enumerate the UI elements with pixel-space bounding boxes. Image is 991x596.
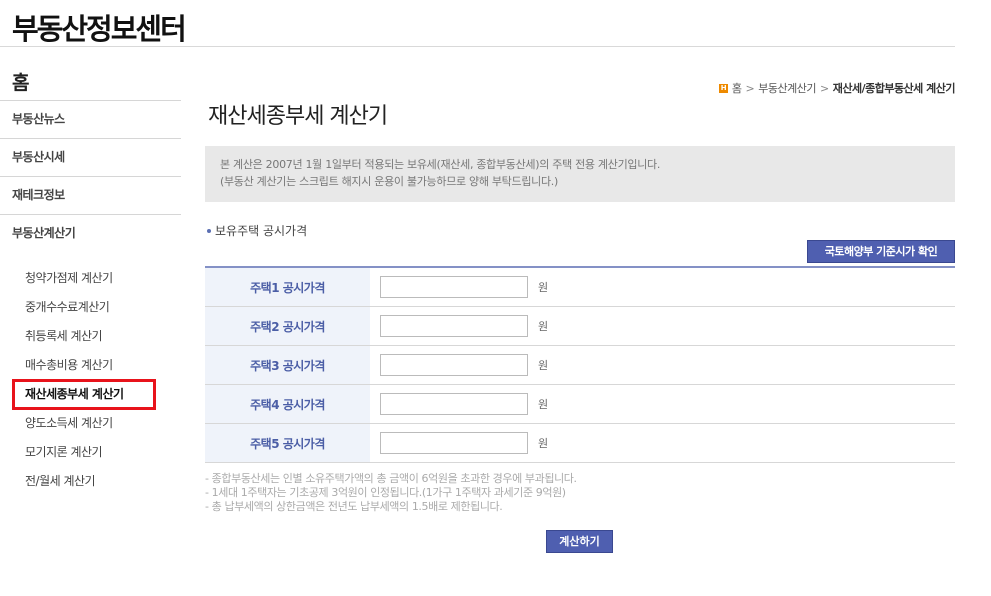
- house4-price-input[interactable]: [380, 393, 528, 415]
- submenu-item-property-tax[interactable]: 재산세종부세 계산기: [0, 379, 181, 410]
- submenu-item-rent[interactable]: 전/월세 계산기: [0, 467, 181, 496]
- submenu-item-purchase-cost[interactable]: 매수총비용 계산기: [0, 351, 181, 380]
- calculate-button[interactable]: 계산하기: [546, 530, 613, 553]
- sidebar: 홈 부동산뉴스 부동산시세 재테크정보 부동산계산기 청약가점제 계산기 중개수…: [0, 68, 181, 496]
- reference-price-button[interactable]: 국토해양부 기준시가 확인: [807, 240, 955, 263]
- row-input-cell: 원: [370, 385, 955, 423]
- note-line: - 총 납부세액의 상한금액은 전년도 납부세액의 1.5배로 제한됩니다.: [205, 500, 503, 513]
- row-input-cell: 원: [370, 346, 955, 384]
- sidebar-submenu: 청약가점제 계산기 중개수수료계산기 취등록세 계산기 매수총비용 계산기 재산…: [0, 252, 181, 496]
- breadcrumb: H 홈 > 부동산계산기 > 재산세/종합부동산세 계산기: [718, 80, 956, 96]
- table-row: 주택1 공시가격 원: [205, 268, 955, 307]
- house2-price-input[interactable]: [380, 315, 528, 337]
- sidebar-item-calculators[interactable]: 부동산계산기: [0, 214, 181, 252]
- page-title: 재산세종부세 계산기: [208, 104, 388, 129]
- table-row: 주택3 공시가격 원: [205, 346, 955, 385]
- row-input-cell: 원: [370, 268, 955, 306]
- unit-label: 원: [538, 398, 549, 411]
- header-divider: [0, 46, 955, 47]
- row-input-cell: 원: [370, 307, 955, 345]
- house5-price-input[interactable]: [380, 432, 528, 454]
- submenu-item-acquisition-tax[interactable]: 취등록세 계산기: [0, 322, 181, 351]
- unit-label: 원: [538, 437, 549, 450]
- unit-label: 원: [538, 281, 549, 294]
- notice-box: 본 계산은 2007년 1월 1일부터 적용되는 보유세(재산세, 종합부동산세…: [205, 146, 955, 202]
- row-label: 주택3 공시가격: [205, 346, 370, 384]
- submenu-item-subscription[interactable]: 청약가점제 계산기: [0, 264, 181, 293]
- site-title[interactable]: 부동산정보센터: [12, 6, 187, 48]
- row-label: 주택1 공시가격: [205, 268, 370, 306]
- submenu-item-brokerage[interactable]: 중개수수료계산기: [0, 293, 181, 322]
- submenu-item-mortgage[interactable]: 모기지론 계산기: [0, 438, 181, 467]
- section-label-text: 보유주택 공시가격: [215, 224, 308, 238]
- house3-price-input[interactable]: [380, 354, 528, 376]
- row-label: 주택5 공시가격: [205, 424, 370, 462]
- breadcrumb-home[interactable]: 홈: [732, 80, 742, 96]
- sidebar-item-investment[interactable]: 재테크정보: [0, 176, 181, 214]
- row-input-cell: 원: [370, 424, 955, 462]
- unit-label: 원: [538, 320, 549, 333]
- breadcrumb-calculators[interactable]: 부동산계산기: [758, 80, 816, 96]
- sidebar-item-news[interactable]: 부동산뉴스: [0, 100, 181, 138]
- sidebar-item-prices[interactable]: 부동산시세: [0, 138, 181, 176]
- notice-line: 본 계산은 2007년 1월 1일부터 적용되는 보유세(재산세, 종합부동산세…: [220, 158, 661, 171]
- note-line: - 1세대 1주택자는 기초공제 3억원이 인정됩니다.(1가구 1주택자 과세…: [205, 486, 566, 499]
- table-row: 주택5 공시가격 원: [205, 424, 955, 463]
- unit-label: 원: [538, 359, 549, 372]
- notice-line: (부동산 계산기는 스크립트 해지시 운용이 불가능하므로 양해 부탁드립니다.…: [220, 175, 558, 188]
- price-input-table: 주택1 공시가격 원 주택2 공시가격 원 주택3 공시가격 원 주택4 공시가…: [205, 266, 955, 463]
- table-row: 주택4 공시가격 원: [205, 385, 955, 424]
- bullet-icon: [207, 228, 211, 233]
- row-label: 주택2 공시가격: [205, 307, 370, 345]
- sidebar-home[interactable]: 홈: [0, 68, 181, 100]
- home-icon: H: [718, 83, 728, 93]
- section-label: 보유주택 공시가격: [207, 222, 307, 239]
- breadcrumb-separator: >: [745, 81, 755, 95]
- house1-price-input[interactable]: [380, 276, 528, 298]
- table-row: 주택2 공시가격 원: [205, 307, 955, 346]
- note-line: - 종합부동산세는 인별 소유주택가액의 총 금액이 6억원을 초과한 경우에 …: [205, 472, 577, 485]
- breadcrumb-separator: >: [819, 81, 829, 95]
- notes: - 종합부동산세는 인별 소유주택가액의 총 금액이 6억원을 초과한 경우에 …: [205, 472, 577, 514]
- row-label: 주택4 공시가격: [205, 385, 370, 423]
- breadcrumb-current: 재산세/종합부동산세 계산기: [832, 82, 956, 95]
- submenu-item-capital-gains[interactable]: 양도소득세 계산기: [0, 409, 181, 438]
